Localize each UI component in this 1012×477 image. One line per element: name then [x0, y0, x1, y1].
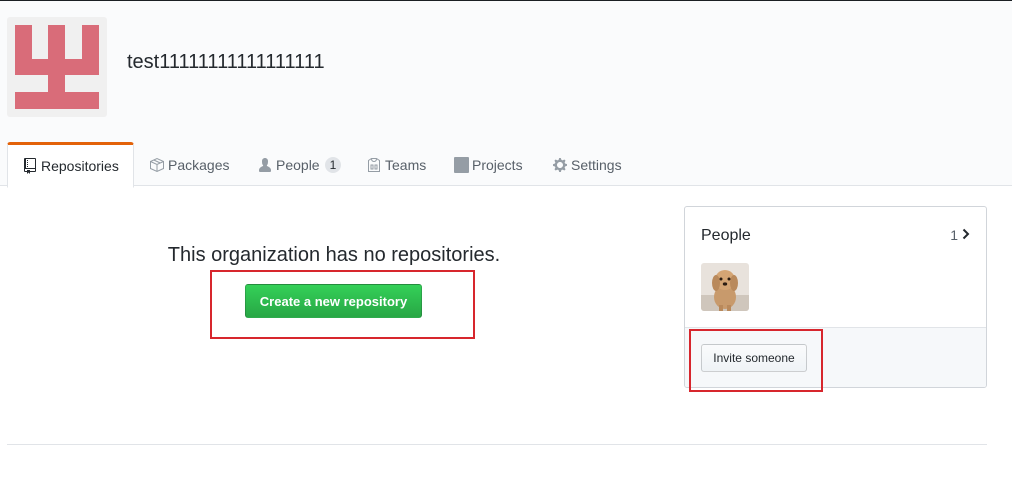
tab-teams[interactable]: Teams: [366, 142, 426, 187]
jersey-icon: [366, 157, 382, 173]
tab-label: Teams: [385, 156, 427, 173]
highlight-box-invite: [689, 329, 823, 392]
gear-icon: [552, 157, 568, 173]
empty-state-title: This organization has no repositories.: [167, 244, 501, 266]
tab-projects[interactable]: Projects: [453, 142, 523, 187]
people-count-link[interactable]: 1: [950, 227, 970, 243]
chevron-right-icon: [962, 227, 970, 243]
member-avatar[interactable]: [701, 263, 749, 311]
tab-label: Packages: [168, 156, 230, 173]
project-icon: [453, 156, 469, 173]
repo-icon: [22, 158, 38, 174]
dog-photo-image: [701, 263, 749, 311]
tab-packages[interactable]: Packages: [149, 142, 229, 187]
tab-label: Settings: [571, 156, 622, 173]
highlight-box-create: [210, 270, 475, 339]
tab-settings[interactable]: Settings: [552, 142, 622, 187]
people-box-title: People: [701, 227, 751, 244]
tab-label: Repositories: [41, 158, 119, 174]
content-divider: [7, 444, 987, 445]
tab-people[interactable]: People 1: [257, 142, 342, 187]
tab-label: Projects: [472, 156, 523, 173]
people-counter-badge: 1: [324, 156, 342, 173]
org-header: test11111111111111111 Repositories Packa…: [0, 1, 1012, 188]
org-name: test11111111111111111: [127, 51, 325, 73]
person-icon: [257, 157, 273, 173]
tab-label: People: [276, 156, 320, 173]
tab-repositories[interactable]: Repositories: [7, 142, 134, 188]
people-count: 1: [950, 227, 958, 243]
org-avatar[interactable]: [7, 17, 107, 117]
package-icon: [149, 157, 165, 173]
identicon-image: [15, 25, 99, 109]
